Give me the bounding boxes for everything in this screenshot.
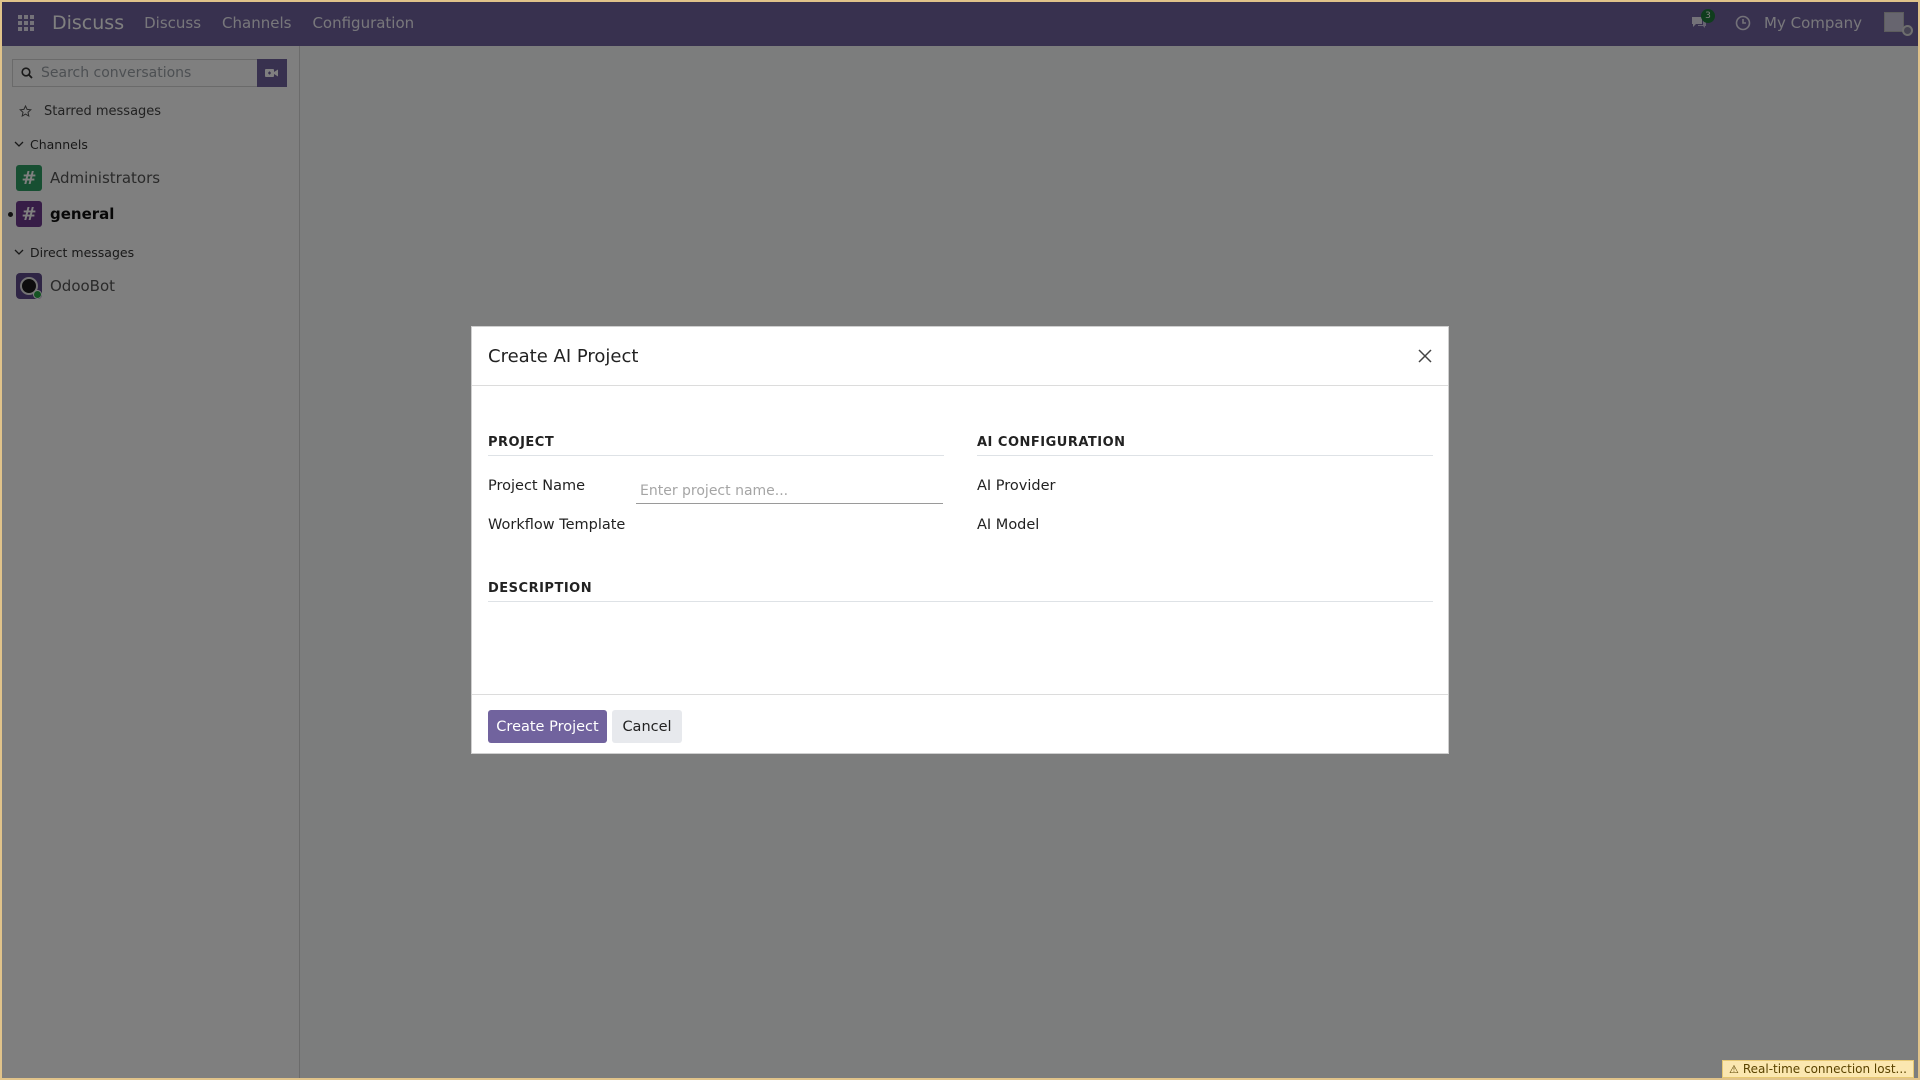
section-title-project: PROJECT [488, 435, 944, 456]
create-project-button[interactable]: Create Project [488, 710, 607, 743]
project-name-input[interactable] [636, 478, 943, 504]
dialog-body: PROJECT AI CONFIGURATION Project Name Wo… [472, 386, 1448, 694]
dialog-footer: Create Project Cancel [472, 694, 1448, 754]
create-ai-project-dialog: Create AI Project PROJECT AI CONFIGURATI… [471, 326, 1449, 754]
dialog-title: Create AI Project [488, 345, 639, 367]
dialog-header: Create AI Project [472, 327, 1448, 386]
connection-lost-text: Real-time connection lost... [1742, 1062, 1907, 1076]
connection-lost-notice: ⚠ Real-time connection lost... [1721, 1060, 1914, 1078]
section-title-description: DESCRIPTION [488, 581, 1433, 602]
cancel-button[interactable]: Cancel [612, 710, 682, 743]
workflow-template-label: Workflow Template [488, 517, 626, 533]
warning-icon: ⚠ [1728, 1062, 1739, 1076]
section-title-ai-configuration: AI CONFIGURATION [977, 435, 1433, 456]
ai-provider-label: AI Provider [977, 478, 1056, 494]
ai-model-label: AI Model [977, 517, 1040, 533]
project-name-label: Project Name [488, 478, 585, 494]
close-icon[interactable] [1414, 345, 1436, 367]
